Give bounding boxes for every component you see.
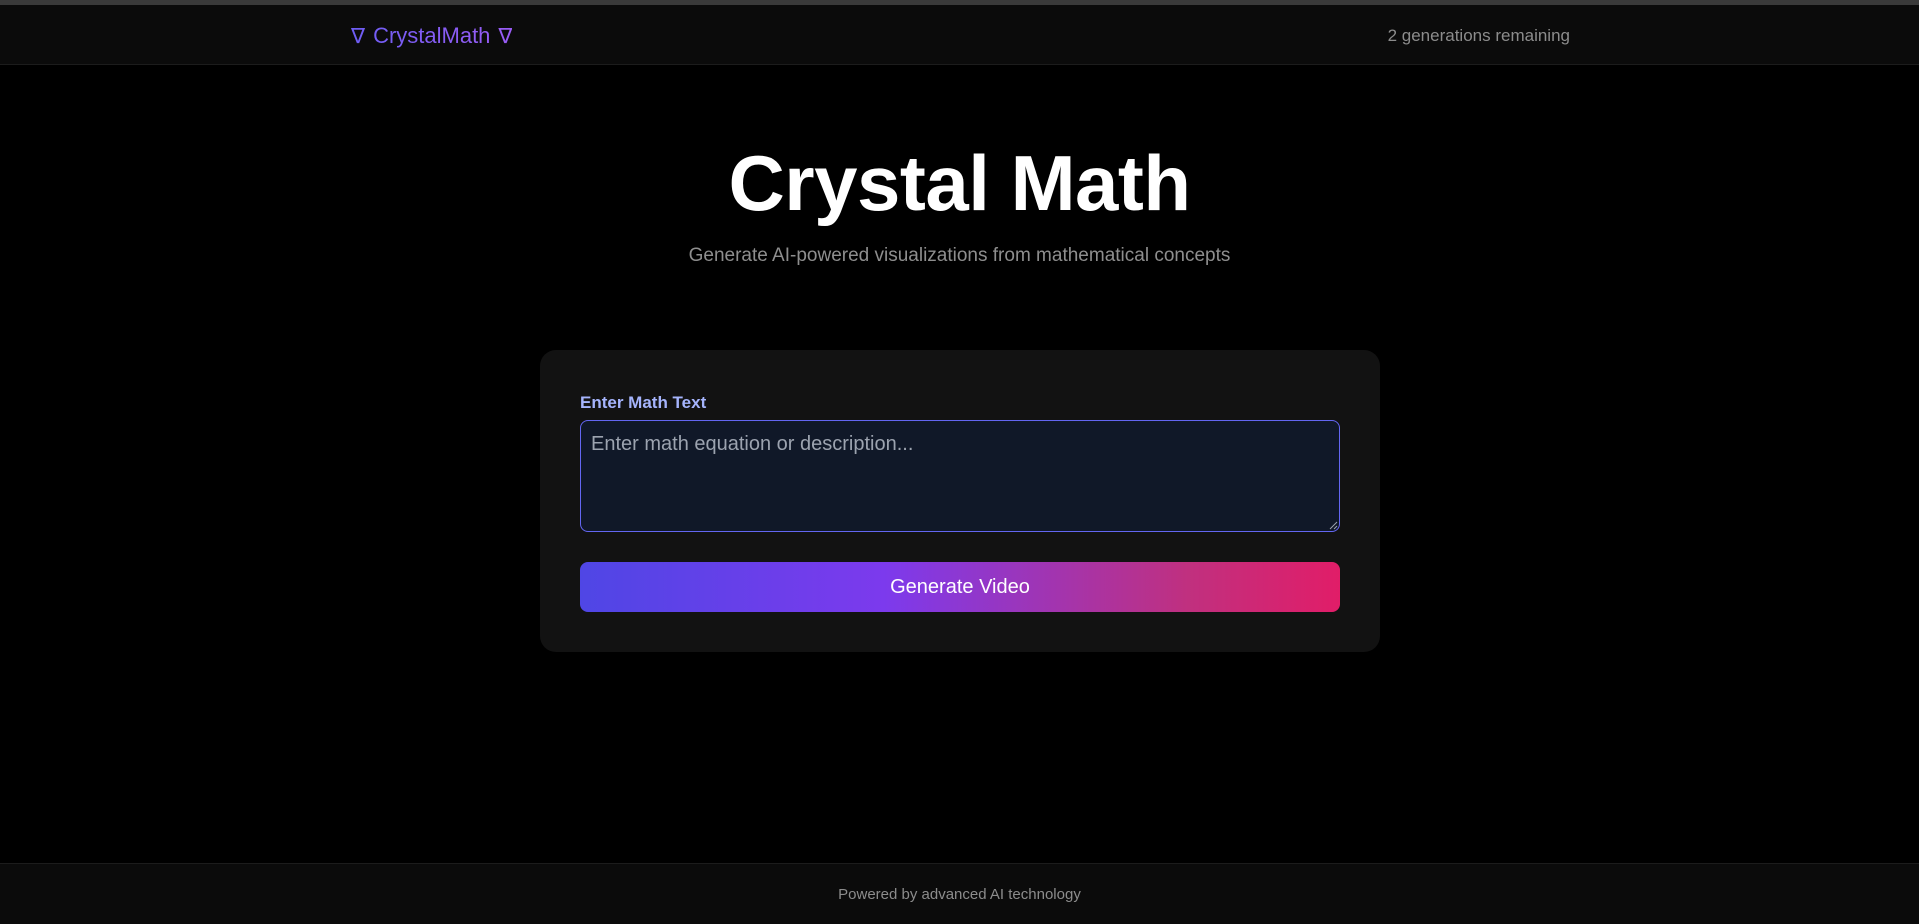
brand-name: CrystalMath bbox=[373, 23, 491, 48]
footer: Powered by advanced AI technology bbox=[0, 863, 1919, 924]
page-title: Crystal Math bbox=[728, 139, 1191, 227]
nabla-icon: ∇ bbox=[498, 24, 513, 48]
generate-form-card: Enter Math Text Generate Video bbox=[540, 350, 1380, 652]
navbar: ∇ CrystalMath ∇ 2 generations remaining bbox=[0, 5, 1919, 65]
math-text-label: Enter Math Text bbox=[580, 393, 707, 412]
page-subtitle: Generate AI-powered visualizations from … bbox=[688, 245, 1231, 266]
nabla-icon: ∇ bbox=[351, 24, 366, 48]
brand-logo-link[interactable]: ∇ CrystalMath ∇ bbox=[351, 23, 512, 49]
generations-remaining-status: 2 generations remaining bbox=[1387, 26, 1570, 45]
math-text-input[interactable] bbox=[580, 420, 1340, 532]
footer-text: Powered by advanced AI technology bbox=[838, 886, 1081, 903]
generate-video-button[interactable]: Generate Video bbox=[580, 562, 1340, 612]
resize-handle-icon[interactable] bbox=[1329, 521, 1338, 530]
